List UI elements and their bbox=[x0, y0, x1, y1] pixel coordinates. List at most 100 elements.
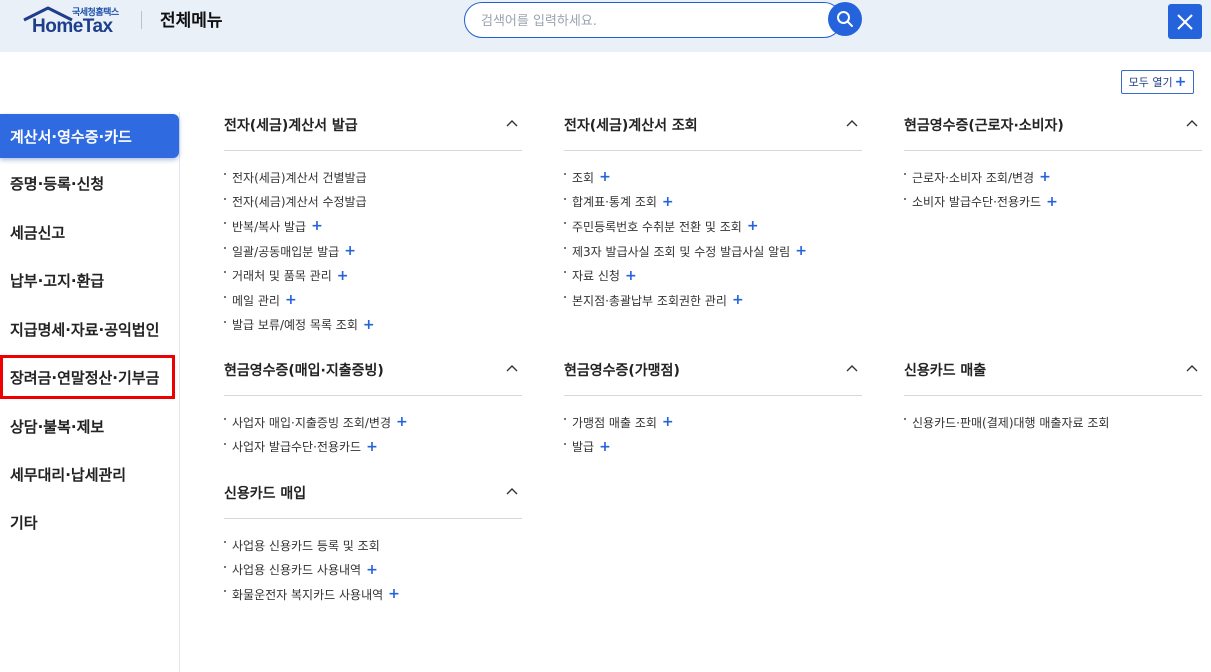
sidebar-item[interactable]: 세금신고 bbox=[0, 210, 180, 254]
bullet-icon bbox=[224, 271, 226, 274]
menu-item[interactable]: 사업용 신용카드 등록 및 조회 bbox=[224, 533, 522, 558]
menu-item[interactable]: 화물운전자 복지카드 사용내역 + bbox=[224, 582, 522, 607]
bullet-icon bbox=[564, 271, 566, 274]
menu-item[interactable]: 일괄/공동매입분 발급 + bbox=[224, 239, 522, 264]
plus-icon[interactable]: + bbox=[285, 292, 297, 308]
menu-item-label: 화물운전자 복지카드 사용내역 bbox=[232, 587, 384, 602]
chevron-up-icon[interactable] bbox=[506, 486, 518, 498]
plus-icon[interactable]: + bbox=[625, 268, 637, 284]
plus-icon[interactable]: + bbox=[366, 439, 378, 455]
menu-item[interactable]: 전자(세금)계산서 수정발급 bbox=[224, 190, 522, 215]
section-header[interactable]: 현금영수증(근로자·소비자) bbox=[904, 113, 1202, 151]
sidebar-item[interactable]: 지급명세·자료·공익법인 bbox=[0, 307, 180, 351]
menu-item-label: 사업용 신용카드 사용내역 bbox=[232, 563, 362, 578]
menu-item[interactable]: 본지점·총괄납부 조회권한 관리 + bbox=[564, 288, 862, 313]
plus-icon[interactable]: + bbox=[311, 218, 323, 234]
section-header[interactable]: 신용카드 매출 bbox=[904, 358, 1202, 396]
bullet-icon bbox=[224, 222, 226, 225]
menu-item[interactable]: 조회 + bbox=[564, 165, 862, 190]
menu-item[interactable]: 사업자 발급수단·전용카드 + bbox=[224, 435, 522, 460]
plus-icon[interactable]: + bbox=[1039, 169, 1051, 185]
expand-all-button[interactable]: 모두 열기 + bbox=[1121, 70, 1194, 94]
menu-section: 신용카드 매출신용카드·판매(결제)대행 매출자료 조회 bbox=[904, 358, 1202, 435]
bullet-icon bbox=[564, 442, 566, 445]
sidebar-item[interactable]: 상담·불복·제보 bbox=[0, 404, 180, 448]
plus-icon[interactable]: + bbox=[732, 292, 744, 308]
plus-icon[interactable]: + bbox=[337, 268, 349, 284]
plus-icon[interactable]: + bbox=[795, 243, 807, 259]
plus-icon[interactable]: + bbox=[747, 218, 759, 234]
plus-icon[interactable]: + bbox=[396, 414, 408, 430]
sidebar-item[interactable]: 세무대리·납세관리 bbox=[0, 452, 180, 496]
menu-item-label: 반복/복사 발급 bbox=[232, 219, 307, 234]
menu-item[interactable]: 메일 관리 + bbox=[224, 288, 522, 313]
plus-icon[interactable]: + bbox=[1046, 194, 1058, 210]
chevron-up-icon[interactable] bbox=[506, 118, 518, 130]
menu-section: 전자(세금)계산서 발급전자(세금)계산서 건별발급전자(세금)계산서 수정발급… bbox=[224, 113, 522, 337]
search-input[interactable] bbox=[481, 11, 821, 31]
plus-icon[interactable]: + bbox=[344, 243, 356, 259]
plus-icon[interactable]: + bbox=[388, 586, 400, 602]
menu-item[interactable]: 합계표·통계 조회 + bbox=[564, 190, 862, 215]
bullet-icon bbox=[224, 590, 226, 593]
sidebar-item[interactable]: 납부·고지·환급 bbox=[0, 258, 180, 302]
menu-item-label: 조회 bbox=[572, 170, 595, 185]
menu-item[interactable]: 사업자 매입·지출증빙 조회/변경 + bbox=[224, 410, 522, 435]
menu-item-label: 발급 bbox=[572, 440, 595, 455]
bullet-icon bbox=[564, 418, 566, 420]
menu-section: 현금영수증(근로자·소비자) 근로자·소비자 조회/변경 + 소비자 발급수단·전용카… bbox=[904, 113, 1202, 214]
sidebar-item[interactable]: 증명·등록·신청 bbox=[0, 161, 180, 205]
plus-icon[interactable]: + bbox=[662, 414, 674, 430]
bullet-icon bbox=[904, 418, 906, 420]
chevron-up-icon[interactable] bbox=[1186, 363, 1198, 375]
menu-item[interactable]: 거래처 및 품목 관리 + bbox=[224, 263, 522, 288]
section-title: 현금영수증(매입·지출증빙) bbox=[224, 363, 384, 379]
section-item-list: 조회 + 합계표·통계 조회 + 주민등록번호 수취분 전환 및 조회 + 제3자 발급사실… bbox=[564, 151, 862, 313]
menu-item[interactable]: 근로자·소비자 조회/변경 + bbox=[904, 165, 1202, 190]
chevron-up-icon[interactable] bbox=[1186, 118, 1198, 130]
menu-item[interactable]: 발급 + bbox=[564, 435, 862, 460]
menu-item[interactable]: 제3자 발급사실 조회 및 수정 발급사실 알림 + bbox=[564, 239, 862, 264]
menu-item[interactable]: 전자(세금)계산서 건별발급 bbox=[224, 165, 522, 190]
sidebar-item-label: 장려금·연말정산·기부금 bbox=[10, 368, 160, 387]
plus-icon[interactable]: + bbox=[366, 562, 378, 578]
sidebar-item[interactable]: 장려금·연말정산·기부금 bbox=[0, 355, 175, 399]
close-button[interactable] bbox=[1168, 4, 1202, 39]
menu-item[interactable]: 사업용 신용카드 사용내역 + bbox=[224, 558, 522, 583]
bullet-icon bbox=[224, 173, 226, 175]
section-header[interactable]: 전자(세금)계산서 조회 bbox=[564, 113, 862, 151]
plus-icon[interactable]: + bbox=[363, 317, 375, 333]
menu-section: 현금영수증(매입·지출증빙) 사업자 매입·지출증빙 조회/변경 + 사업자 발급수단… bbox=[224, 358, 522, 459]
menu-section: 신용카드 매입 사업용 신용카드 등록 및 조회 사업용 신용카드 사용내역 + 화물운… bbox=[224, 481, 522, 607]
menu-item[interactable]: 가맹점 매출 조회 + bbox=[564, 410, 862, 435]
menu-item[interactable]: 소비자 발급수단·전용카드 + bbox=[904, 190, 1202, 215]
plus-icon[interactable]: + bbox=[599, 169, 611, 185]
menu-item[interactable]: 발급 보류/예정 목록 조회 + bbox=[224, 313, 522, 338]
sidebar-item[interactable]: 계산서·영수증·카드 bbox=[0, 114, 179, 158]
menu-item[interactable]: 신용카드·판매(결제)대행 매출자료 조회 bbox=[904, 410, 1202, 435]
top-header: 국세청홈택스 HomeTax 전체메뉴 bbox=[0, 0, 1211, 52]
chevron-up-icon[interactable] bbox=[846, 363, 858, 375]
plus-icon: + bbox=[1174, 74, 1187, 90]
hometax-logo[interactable]: 국세청홈택스 HomeTax bbox=[22, 4, 126, 40]
section-header[interactable]: 전자(세금)계산서 발급 bbox=[224, 113, 522, 151]
bullet-icon bbox=[224, 565, 226, 568]
menu-item-label: 주민등록번호 수취분 전환 및 조회 bbox=[572, 219, 742, 234]
close-icon bbox=[1177, 13, 1193, 30]
menu-item[interactable]: 반복/복사 발급 + bbox=[224, 214, 522, 239]
section-header[interactable]: 현금영수증(매입·지출증빙) bbox=[224, 358, 522, 396]
sidebar-item[interactable]: 기타 bbox=[0, 500, 180, 544]
chevron-up-icon[interactable] bbox=[506, 363, 518, 375]
chevron-up-icon[interactable] bbox=[846, 118, 858, 130]
menu-item[interactable]: 자료 신청 + bbox=[564, 263, 862, 288]
section-title: 현금영수증(가맹점) bbox=[564, 363, 680, 379]
plus-icon[interactable]: + bbox=[599, 439, 611, 455]
menu-item[interactable]: 주민등록번호 수취분 전환 및 조회 + bbox=[564, 214, 862, 239]
menu-item-label: 전자(세금)계산서 건별발급 bbox=[232, 170, 367, 185]
section-header[interactable]: 현금영수증(가맹점) bbox=[564, 358, 862, 396]
menu-section: 전자(세금)계산서 조회 조회 + 합계표·통계 조회 + 주민등록번호 수취분 전환 및… bbox=[564, 113, 862, 313]
search-button[interactable] bbox=[828, 2, 862, 36]
section-header[interactable]: 신용카드 매입 bbox=[224, 481, 522, 519]
plus-icon[interactable]: + bbox=[662, 194, 674, 210]
expand-all-label: 모두 열기 bbox=[1128, 76, 1173, 89]
